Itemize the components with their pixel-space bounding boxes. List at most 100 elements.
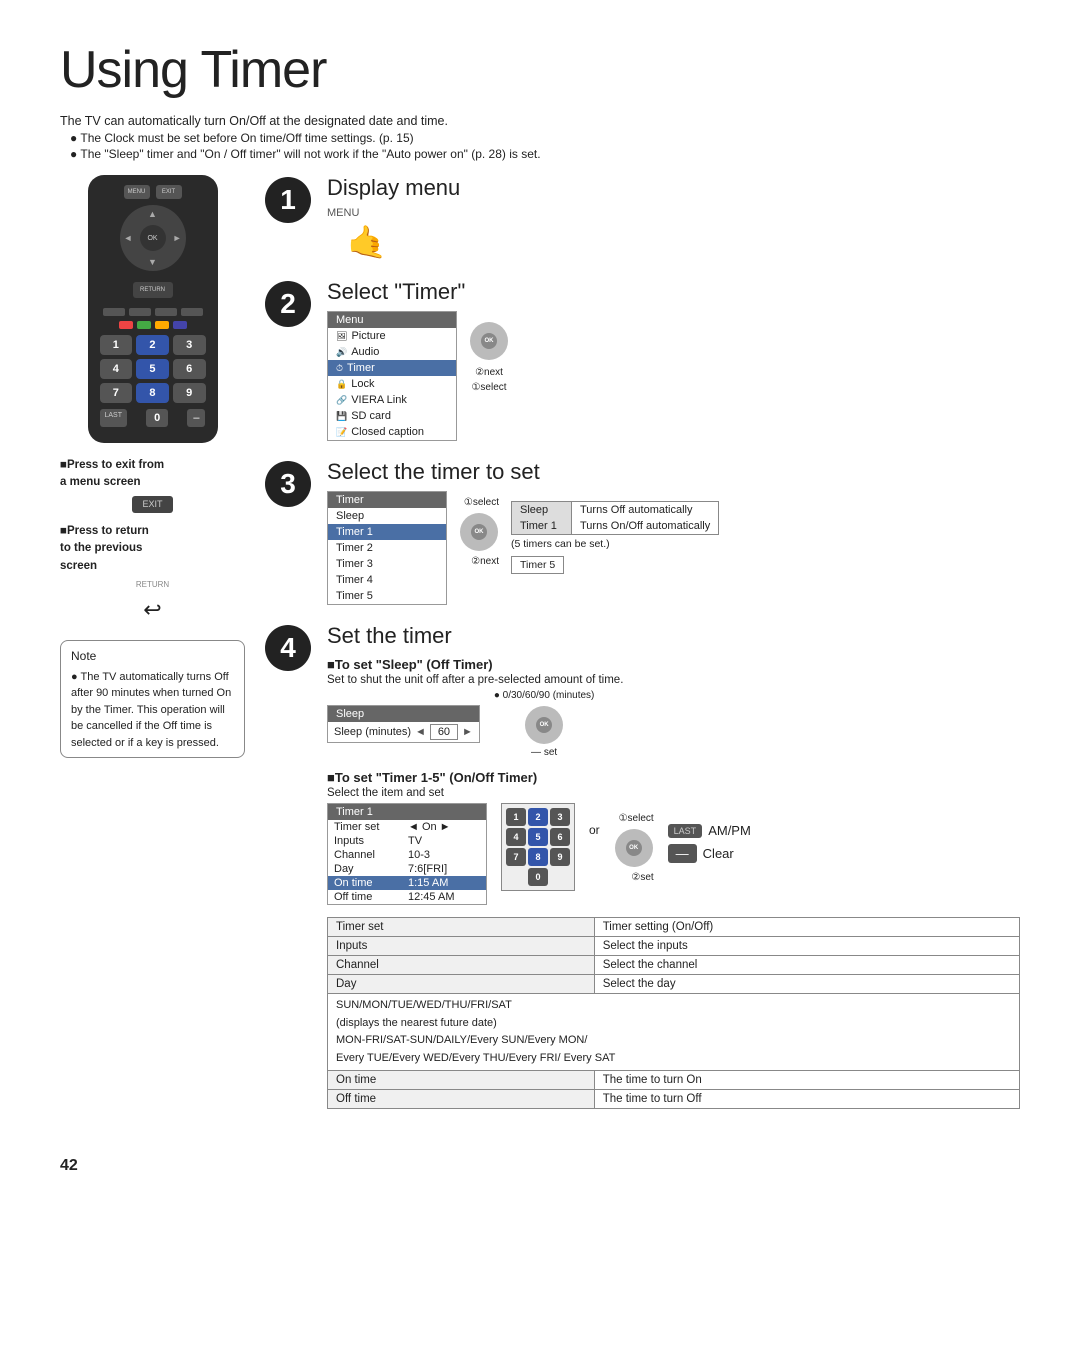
sleep-right-arrow[interactable]: ► xyxy=(462,726,473,738)
num-btn-5[interactable]: 5 xyxy=(136,359,169,379)
dash-row: — Clear xyxy=(668,844,751,863)
return-button[interactable]: RETURN xyxy=(133,282,173,298)
table-desc-day: Select the day xyxy=(594,975,1019,994)
step2-select-label: ①select xyxy=(471,382,506,393)
num-btn-1[interactable]: 1 xyxy=(100,335,133,355)
step2-nav-arrows: OK ②next ①select xyxy=(469,321,509,393)
mini-num-7[interactable]: 7 xyxy=(506,848,526,866)
mini-num-6[interactable]: 6 xyxy=(550,828,570,846)
exit-button[interactable]: EXIT xyxy=(156,185,182,199)
mini-num-5[interactable]: 5 xyxy=(528,828,548,846)
timer-item-timer2: Timer 2 xyxy=(328,540,446,556)
color-btn-red[interactable] xyxy=(119,321,133,329)
mini-num-8[interactable]: 8 xyxy=(528,848,548,866)
step4-number: 4 xyxy=(265,625,311,671)
sleep-left-arrow[interactable]: ◄ xyxy=(415,726,426,738)
num-btn-6[interactable]: 6 xyxy=(173,359,206,379)
sleep-desc: Turns Off automatically xyxy=(572,502,701,518)
table-label-timerset: Timer set xyxy=(328,918,595,937)
timer15-select-label: ①select xyxy=(619,813,654,824)
sleep-row: Sleep Turns Off automatically xyxy=(512,502,718,518)
timer1-label: Timer 1 xyxy=(512,518,572,534)
step2-content: Select "Timer" Menu 🖼 Picture 🔊 Audio ⏱ … xyxy=(327,279,1020,441)
timer-menu: Timer Sleep Timer 1 Timer 2 Timer 3 Time… xyxy=(327,491,447,605)
timer1-ontime-val: 1:15 AM xyxy=(408,877,448,889)
timer1-row-ontime: On time 1:15 AM xyxy=(328,876,486,890)
mini-num-2[interactable]: 2 xyxy=(528,808,548,826)
mini-num-0[interactable]: 0 xyxy=(528,868,548,886)
step4-title: Set the timer xyxy=(327,623,1020,649)
last-button[interactable]: LAST xyxy=(100,409,128,427)
step3-title: Select the timer to set xyxy=(327,459,1020,485)
step3-menu: Timer Sleep Timer 1 Timer 2 Timer 3 Time… xyxy=(327,491,447,605)
table-desc-channel: Select the channel xyxy=(594,956,1019,975)
mini-num-9[interactable]: 9 xyxy=(550,848,570,866)
num-btn-0[interactable]: 0 xyxy=(146,409,168,427)
timer1-inputs-key: Inputs xyxy=(334,835,404,847)
color-btn-green[interactable] xyxy=(137,321,151,329)
timer1-row-channel: Channel 10-3 xyxy=(328,848,486,862)
step3-ok-button[interactable]: OK xyxy=(459,512,499,552)
timer1-day-val: 7:6[FRI] xyxy=(408,863,447,875)
dash-button[interactable]: – xyxy=(187,409,205,427)
step2-block: 2 Select "Timer" Menu 🖼 Picture 🔊 Audio … xyxy=(265,279,1020,441)
dpad-left-arrow[interactable]: ◄ xyxy=(124,233,133,243)
mini-num-4[interactable]: 4 xyxy=(506,828,526,846)
step3-block: 3 Select the timer to set Timer Sleep Ti… xyxy=(265,459,1020,605)
timer1-offtime-val: 12:45 AM xyxy=(408,891,454,903)
sleep-sub-title: ■To set "Sleep" (Off Timer) xyxy=(327,657,1020,672)
table-desc-inputs: Select the inputs xyxy=(594,937,1019,956)
mid-btn-3[interactable] xyxy=(155,308,177,316)
step2-number: 2 xyxy=(265,281,311,327)
step1-number: 1 xyxy=(265,177,311,223)
sleep-ok-button[interactable]: OK xyxy=(524,705,564,745)
menu-item-audio: 🔊 Audio xyxy=(328,344,456,360)
step1-title: Display menu xyxy=(327,175,1020,201)
dash-btn2[interactable]: — xyxy=(668,844,697,863)
mid-btn-2[interactable] xyxy=(129,308,151,316)
return-btn-label: RETURN xyxy=(60,579,245,591)
ok-button[interactable]: OK xyxy=(140,225,166,251)
numpad: 1 2 3 4 5 6 7 8 9 xyxy=(100,335,206,403)
dpad-down-arrow[interactable]: ▼ xyxy=(148,257,157,267)
mid-btn-1[interactable] xyxy=(103,308,125,316)
menu-item-lock: 🔒 Lock xyxy=(328,376,456,392)
step3-content: Select the timer to set Timer Sleep Time… xyxy=(327,459,1020,605)
color-btn-yellow[interactable] xyxy=(155,321,169,329)
mini-num-3[interactable]: 3 xyxy=(550,808,570,826)
timer15-ok-button[interactable]: OK xyxy=(614,828,654,868)
dpad-up-arrow[interactable]: ▲ xyxy=(148,209,157,219)
timer1-row-offtime: Off time 12:45 AM xyxy=(328,890,486,904)
mid-btn-4[interactable] xyxy=(181,308,203,316)
timer1-row-set: Timer set ◄ On ► xyxy=(328,820,486,834)
page-number: 42 xyxy=(60,1157,1020,1175)
color-btn-blue[interactable] xyxy=(173,321,187,329)
step1-block: 1 Display menu MENU 🤙 xyxy=(265,175,1020,261)
ampm-label: AM/PM xyxy=(708,823,751,838)
intro-bullet1: The Clock must be set before On time/Off… xyxy=(70,131,1020,145)
right-column: 1 Display menu MENU 🤙 2 Select "Timer" M… xyxy=(265,175,1020,1127)
timer15-nav: ①select OK ②set xyxy=(614,813,654,883)
timer-item-timer4: Timer 4 xyxy=(328,572,446,588)
last-btn[interactable]: LAST xyxy=(668,824,703,838)
table-row-ontime: On time The time to turn On xyxy=(328,1071,1020,1090)
step2-menu: Menu 🖼 Picture 🔊 Audio ⏱ Timer 🔒 Lock 🔗 … xyxy=(327,311,457,441)
num-btn-9[interactable]: 9 xyxy=(173,383,206,403)
num-btn-3[interactable]: 3 xyxy=(173,335,206,355)
menu-button[interactable]: MENU xyxy=(124,185,150,199)
mini-num-1[interactable]: 1 xyxy=(506,808,526,826)
num-btn-4[interactable]: 4 xyxy=(100,359,133,379)
dpad-right-arrow[interactable]: ► xyxy=(173,233,182,243)
special-btns: LAST AM/PM — Clear xyxy=(668,823,751,863)
timer1-row-inputs: Inputs TV xyxy=(328,834,486,848)
exit-btn-label[interactable]: EXIT xyxy=(132,496,172,514)
num-btn-8[interactable]: 8 xyxy=(136,383,169,403)
intro-bullet2: The "Sleep" timer and "On / Off timer" w… xyxy=(70,147,1020,161)
num-btn-2[interactable]: 2 xyxy=(136,335,169,355)
step2-ok-button[interactable]: OK xyxy=(469,321,509,361)
step1-content: Display menu MENU 🤙 xyxy=(327,175,1020,261)
sleep-box-row: Sleep (minutes) ◄ 60 ► xyxy=(328,722,479,742)
clear-label: Clear xyxy=(703,846,734,861)
num-btn-7[interactable]: 7 xyxy=(100,383,133,403)
timer1-row: Timer 1 Turns On/Off automatically xyxy=(512,518,718,534)
